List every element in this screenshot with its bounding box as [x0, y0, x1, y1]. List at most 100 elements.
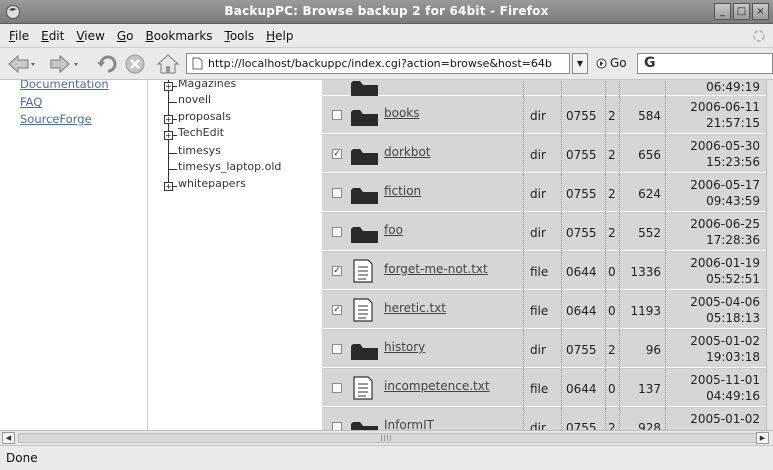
tree-item[interactable]: proposals — [178, 110, 231, 123]
date-cell: 2006-05-30 15:23:56 — [666, 135, 766, 173]
file-type: file — [530, 304, 549, 318]
title-bar: BackupPC: Browse backup 2 for 64bit - Fi… — [0, 0, 773, 24]
modified-date: 2006-05-30 15:23:56 — [690, 138, 760, 170]
file-mode: 0755 — [566, 343, 597, 357]
firefox-app-icon[interactable] — [5, 4, 21, 20]
scroll-right-arrow-icon[interactable]: ▶ — [756, 432, 769, 444]
back-button[interactable] — [6, 53, 36, 75]
tree-item[interactable]: timesys_laptop.old — [178, 160, 281, 173]
table-row: ✓ forget-me-not.txt file 0644 0 1336 2006-01-1… — [322, 252, 766, 290]
folder-icon — [351, 188, 378, 204]
search-box[interactable]: G — [637, 53, 773, 74]
menu-view[interactable]: View — [70, 29, 110, 43]
tree-item[interactable]: timesys — [178, 144, 221, 157]
tree-item[interactable]: Magazines — [178, 80, 236, 90]
mode-cell: 0755 — [562, 135, 606, 173]
size-cell: 656 — [620, 135, 666, 173]
vertical-scrollbar[interactable] — [766, 80, 773, 430]
select-checkbox[interactable]: ✓ — [332, 305, 342, 315]
mode-cell: 0644 — [562, 291, 606, 329]
date-cell: 2005-01-02 19:03:18 — [666, 330, 766, 368]
search-engine-icon[interactable]: G — [644, 55, 656, 71]
expand-icon[interactable]: + — [164, 182, 173, 191]
file-table: 06:49:19 books dir 0755 2 584 2006-06-11 21:57… — [322, 80, 766, 430]
sourceforge-link[interactable]: SourceForge — [20, 112, 92, 126]
menu-edit[interactable]: Edit — [35, 29, 70, 43]
forward-button[interactable] — [50, 53, 80, 75]
go-button[interactable]: Go — [596, 56, 627, 70]
select-checkbox[interactable] — [332, 188, 342, 198]
select-checkbox[interactable] — [332, 110, 342, 120]
documentation-link[interactable]: Documentation — [20, 80, 109, 91]
file-mode: 0755 — [566, 421, 597, 430]
time-line: 19:03:18 — [706, 350, 760, 364]
select-checkbox[interactable] — [332, 344, 342, 354]
time-line: 04:49:16 — [706, 389, 760, 403]
reload-icon[interactable] — [96, 53, 120, 75]
select-checkbox[interactable]: ✓ — [332, 149, 342, 159]
file-name-link[interactable]: history — [384, 340, 425, 354]
file-num: 2 — [608, 187, 616, 201]
file-name-link[interactable]: foo — [384, 223, 403, 237]
menu-bookmarks[interactable]: Bookmarks — [139, 29, 218, 43]
file-num: 2 — [608, 343, 616, 357]
date-line: 2005-01-02 — [690, 334, 760, 348]
mode-cell: 0755 — [562, 96, 606, 134]
file-name-link[interactable]: InformIT — [384, 418, 434, 430]
date-line: 2006-06-25 — [690, 217, 760, 231]
date-line: 2006-05-30 — [690, 139, 760, 153]
select-checkbox[interactable] — [332, 383, 342, 393]
menu-tools[interactable]: Tools — [219, 29, 261, 43]
scroll-left-arrow-icon[interactable]: ◀ — [2, 432, 15, 444]
date-cell: 2006-01-19 05:52:51 — [666, 252, 766, 290]
url-input[interactable] — [208, 57, 558, 70]
menu-file[interactable]: File — [3, 29, 35, 43]
home-icon[interactable] — [156, 53, 180, 75]
num-cell: 0 — [606, 369, 620, 407]
file-name-link[interactable]: books — [384, 106, 420, 120]
menu-go[interactable]: Go — [111, 29, 140, 43]
window-title: BackupPC: Browse backup 2 for 64bit - Fi… — [224, 4, 549, 18]
modified-date: 2006-05-17 09:43:59 — [690, 177, 760, 209]
file-name-link[interactable]: heretic.txt — [384, 301, 446, 315]
expand-icon[interactable]: + — [164, 115, 173, 124]
expand-icon[interactable]: + — [164, 82, 173, 91]
file-name-link[interactable]: fiction — [384, 184, 421, 198]
tree-item[interactable]: novell — [178, 93, 211, 106]
file-mode: 0644 — [566, 304, 597, 318]
file-name-link[interactable]: forget-me-not.txt — [384, 262, 488, 276]
file-size: 96 — [645, 343, 661, 357]
type-cell: file — [524, 252, 562, 290]
tree-item[interactable]: TechEdit — [178, 126, 224, 139]
tree-item[interactable]: whitepapers — [178, 177, 246, 190]
stop-icon[interactable] — [124, 53, 146, 75]
select-checkbox[interactable] — [332, 227, 342, 237]
menu-help[interactable]: Help — [260, 29, 299, 43]
expand-icon[interactable]: + — [164, 131, 173, 140]
tree-connector — [168, 102, 177, 103]
page-icon — [192, 57, 203, 70]
modified-date: 2005-01-02 19:03:18 — [690, 333, 760, 365]
time-line: 05:52:51 — [706, 272, 760, 286]
size-cell: 584 — [620, 96, 666, 134]
file-name-link[interactable]: incompetence.txt — [384, 379, 490, 393]
name-cell: fiction — [322, 174, 524, 212]
select-checkbox[interactable] — [332, 422, 342, 430]
time-line: 09:43:59 — [706, 194, 760, 208]
table-row: incompetence.txt file 0644 0 137 2005-11-01 04… — [322, 369, 766, 407]
select-checkbox[interactable]: ✓ — [332, 266, 342, 276]
url-dropdown-button[interactable]: ▼ — [572, 53, 588, 74]
modified-time: 06:49:19 — [706, 80, 760, 94]
horizontal-scrollbar[interactable]: ◀ ▶ — [0, 430, 773, 445]
file-name-link[interactable]: dorkbot — [384, 145, 431, 159]
close-button[interactable]: × — [752, 3, 769, 20]
time-line: 05:18:13 — [706, 311, 760, 325]
date-line: 2006-06-11 — [690, 100, 760, 114]
faq-link[interactable]: FAQ — [20, 95, 42, 109]
num-cell: 2 — [606, 96, 620, 134]
maximize-button[interactable]: □ — [733, 3, 750, 20]
mode-cell: 0644 — [562, 369, 606, 407]
modified-date: 2006-01-19 05:52:51 — [690, 255, 760, 287]
url-bar[interactable] — [186, 53, 570, 74]
minimize-button[interactable]: _ — [714, 3, 731, 20]
